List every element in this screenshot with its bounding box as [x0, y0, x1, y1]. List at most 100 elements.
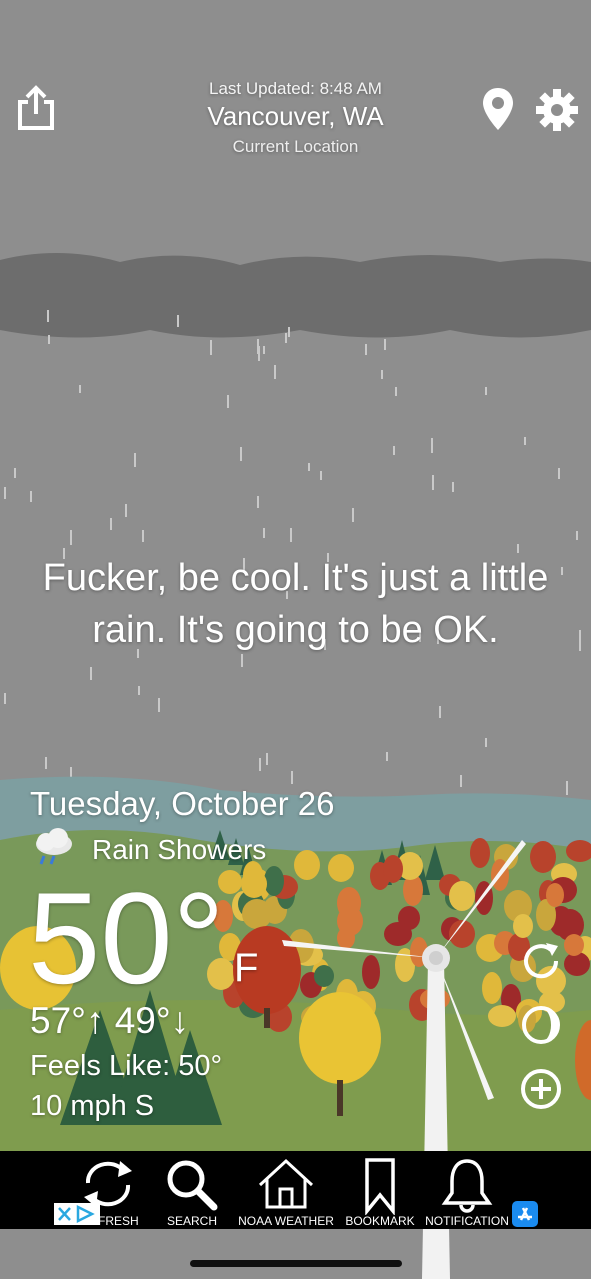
rain-drop [257, 496, 259, 508]
moon-phase-button[interactable] [518, 1002, 564, 1048]
tree [362, 955, 380, 989]
rain-drop [485, 738, 487, 747]
rain-drop [285, 333, 287, 343]
rain-drop [47, 310, 49, 322]
settings-button[interactable] [534, 86, 580, 134]
cloud-band [0, 252, 591, 338]
rain-drop [227, 395, 229, 408]
rain-drop [158, 698, 160, 712]
rain-drop [257, 339, 259, 354]
tree [314, 965, 334, 987]
rain-drop [240, 447, 242, 461]
location-button[interactable] [480, 86, 516, 134]
tree [241, 870, 267, 898]
rain-drop [352, 508, 354, 522]
tab-noaa-weather[interactable]: NOAA WEATHER [236, 1151, 336, 1229]
wind-text: 10 mph S [30, 1090, 155, 1122]
rain-drop [320, 471, 322, 480]
feels-like-text: Feels Like: 50° [30, 1050, 223, 1082]
app-store-icon[interactable] [512, 1201, 538, 1227]
current-temperature: 50° [28, 865, 225, 1011]
rain-drop [4, 693, 6, 704]
rain-drop [290, 528, 292, 542]
current-location-label: Current Location [232, 137, 359, 156]
rain-drop [579, 630, 581, 644]
home-indicator[interactable] [190, 1260, 402, 1267]
rain-drop [48, 335, 50, 344]
rain-drop [259, 758, 261, 771]
tree [488, 1005, 516, 1027]
tab-notification[interactable]: NOTIFICATION [424, 1151, 510, 1229]
rain-drop [266, 753, 268, 765]
rain-drop [263, 528, 265, 538]
tree [264, 866, 284, 896]
rain-drop [524, 437, 526, 445]
rain-drop [381, 370, 383, 379]
rain-drop [439, 706, 441, 718]
tree [383, 855, 403, 883]
bookmark-icon [365, 1158, 395, 1215]
rain-drop [558, 468, 560, 479]
rain-drop [134, 453, 136, 467]
gear-icon [536, 89, 578, 131]
tree [530, 841, 556, 873]
add-location-button[interactable] [518, 1066, 564, 1112]
rain-drop [4, 487, 6, 499]
tree [564, 952, 590, 976]
tree [242, 899, 272, 929]
ad-choices-badge[interactable] [54, 1203, 100, 1225]
rain-drop [30, 491, 32, 502]
rain-drop [45, 757, 47, 769]
rain-drop [431, 438, 433, 453]
rain-drop [395, 387, 397, 396]
tree [482, 972, 502, 1004]
tree [384, 922, 412, 946]
rain-drop [263, 346, 265, 354]
rain-drop [576, 531, 578, 540]
refresh-icon [524, 943, 559, 979]
rain-drop [291, 771, 293, 784]
rain-cloud-icon [30, 828, 78, 868]
rain-drop [308, 463, 310, 471]
tree [564, 934, 584, 956]
tree [470, 838, 490, 868]
tab-bookmark-label: BOOKMARK [345, 1214, 415, 1228]
tab-search[interactable]: SEARCH [156, 1151, 228, 1229]
refresh-button[interactable] [518, 938, 564, 984]
rain-drop [432, 475, 434, 490]
forecast-date: Tuesday, October 26 [30, 785, 335, 822]
bell-icon [441, 1159, 493, 1213]
rain-drop [110, 518, 112, 530]
add-circle-icon [521, 1069, 561, 1109]
house-icon [258, 1158, 314, 1209]
rain-drop [566, 781, 568, 795]
tree [337, 927, 355, 949]
tab-refresh-label: FRESH [98, 1214, 139, 1228]
rain-drop [452, 482, 454, 492]
tree [328, 854, 354, 882]
tab-notification-label: NOTIFICATION [425, 1214, 509, 1228]
rain-drop [485, 387, 487, 395]
rain-drop [138, 686, 140, 695]
rain-drop [142, 530, 144, 542]
tree [546, 883, 564, 907]
high-low-temperature: 57°↑ 49°↓ [30, 1000, 190, 1041]
rain-drop [579, 642, 581, 651]
rain-drop [90, 667, 92, 680]
rain-drop [365, 344, 367, 355]
rain-drop [460, 775, 462, 787]
location-pin-icon [483, 88, 513, 130]
temperature-unit[interactable]: F [234, 946, 258, 991]
search-icon [167, 1160, 218, 1211]
rain-drop [177, 315, 179, 327]
moon-phase-icon [522, 1006, 560, 1044]
rain-drop [288, 327, 290, 337]
tab-bookmark[interactable]: BOOKMARK [342, 1151, 418, 1229]
rain-drop [79, 385, 81, 393]
rain-drop [70, 530, 72, 545]
weather-message: Fucker, be cool. It's just a little rain… [42, 557, 549, 651]
rain-drop [274, 365, 276, 379]
rain-drop [210, 340, 212, 355]
tree [294, 850, 320, 880]
rain-drop [14, 468, 16, 478]
